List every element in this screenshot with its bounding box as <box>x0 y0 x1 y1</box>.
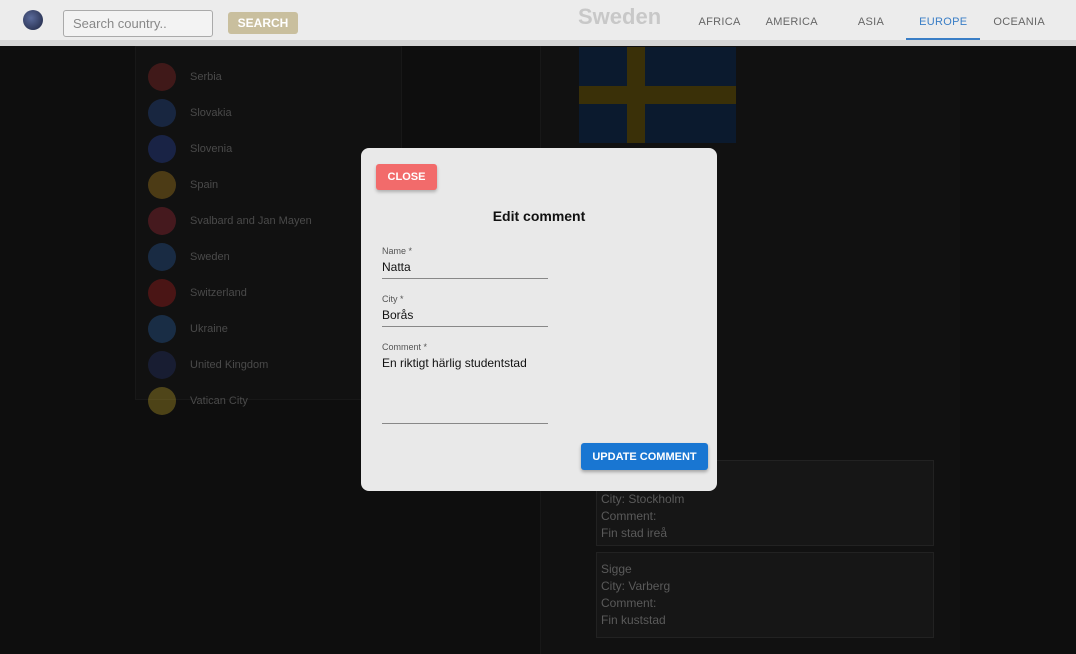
country-name: Slovakia <box>190 107 232 119</box>
country-title: Sweden <box>578 4 662 29</box>
comment-city: City: Stockholm <box>601 492 685 506</box>
comment-card: Sigge City: Varberg Comment: Fin kuststa… <box>596 552 934 638</box>
comment-author: Sigge <box>601 562 632 576</box>
tab-oceania[interactable]: OCEANIA <box>980 0 1058 40</box>
tab-asia[interactable]: ASIA <box>836 0 906 40</box>
search-button[interactable]: SEARCH <box>228 12 298 34</box>
country-list-item[interactable]: Switzerland <box>148 275 247 311</box>
country-name: Sweden <box>190 251 230 263</box>
country-flag-icon <box>148 171 176 199</box>
country-flag-icon <box>148 63 176 91</box>
globe-logo-icon[interactable] <box>23 10 43 30</box>
comment-label: Comment: <box>601 509 657 523</box>
country-list-item[interactable]: Slovenia <box>148 131 232 167</box>
name-label: Name * <box>382 246 413 256</box>
comment-label: Comment * <box>382 342 428 352</box>
tab-america[interactable]: AMERICA <box>754 0 836 40</box>
city-label: City * <box>382 294 404 304</box>
tab-africa[interactable]: AFRICA <box>685 0 753 40</box>
country-list-item[interactable]: Vatican City <box>148 383 248 419</box>
country-flag-icon <box>148 279 176 307</box>
top-nav: SEARCH AFRICA AMERICA ASIA EUROPE OCEANI… <box>0 0 1076 46</box>
country-name: Ukraine <box>190 323 228 335</box>
country-list-item[interactable]: Sweden <box>148 239 230 275</box>
country-name: Spain <box>190 179 219 191</box>
tab-europe[interactable]: EUROPE <box>906 0 981 40</box>
country-flag-icon <box>148 135 176 163</box>
dialog-title: Edit comment <box>492 208 586 224</box>
country-flag-icon <box>148 315 176 343</box>
country-name: Vatican City <box>190 395 248 407</box>
country-flag-icon <box>148 99 176 127</box>
city-field[interactable]: City * Borås <box>382 294 548 327</box>
city-input[interactable]: Borås <box>382 308 548 327</box>
country-flag <box>579 47 736 143</box>
edit-comment-dialog: CLOSE Edit comment Name * Natta City * B… <box>361 148 717 491</box>
country-list-item[interactable]: Serbia <box>148 59 222 95</box>
comment-text: Fin kuststad <box>601 613 666 627</box>
country-list-item[interactable]: Svalbard and Jan Mayen <box>148 203 312 239</box>
name-input[interactable]: Natta <box>382 260 548 279</box>
country-name: Slovenia <box>190 143 233 155</box>
country-flag-icon <box>148 387 176 415</box>
comment-label: Comment: <box>601 596 657 610</box>
country-name: United Kingdom <box>190 359 269 371</box>
search-input[interactable] <box>63 10 213 37</box>
country-list-item[interactable]: Ukraine <box>148 311 228 347</box>
country-flag-icon <box>148 207 176 235</box>
country-list-item[interactable]: Spain <box>148 167 218 203</box>
country-flag-icon <box>148 243 176 271</box>
country-list-item[interactable]: United Kingdom <box>148 347 268 383</box>
country-list-item[interactable]: Slovakia <box>148 95 232 131</box>
country-name: Svalbard and Jan Mayen <box>190 215 312 227</box>
country-flag-icon <box>148 351 176 379</box>
update-comment-button[interactable]: UPDATE COMMENT <box>581 443 708 470</box>
country-name: Switzerland <box>190 287 247 299</box>
country-name: Serbia <box>190 71 222 83</box>
comment-text: Fin stad ireå <box>601 526 668 540</box>
close-button[interactable]: CLOSE <box>376 164 437 190</box>
name-field[interactable]: Name * Natta <box>382 246 548 279</box>
continent-tabs: AFRICA AMERICA ASIA EUROPE OCEANIA <box>685 0 1058 40</box>
comment-textarea[interactable]: En riktigt härlig studentstad <box>382 356 548 424</box>
comment-field[interactable]: Comment * En riktigt härlig studentstad <box>382 342 548 424</box>
comment-city: City: Varberg <box>601 579 671 593</box>
